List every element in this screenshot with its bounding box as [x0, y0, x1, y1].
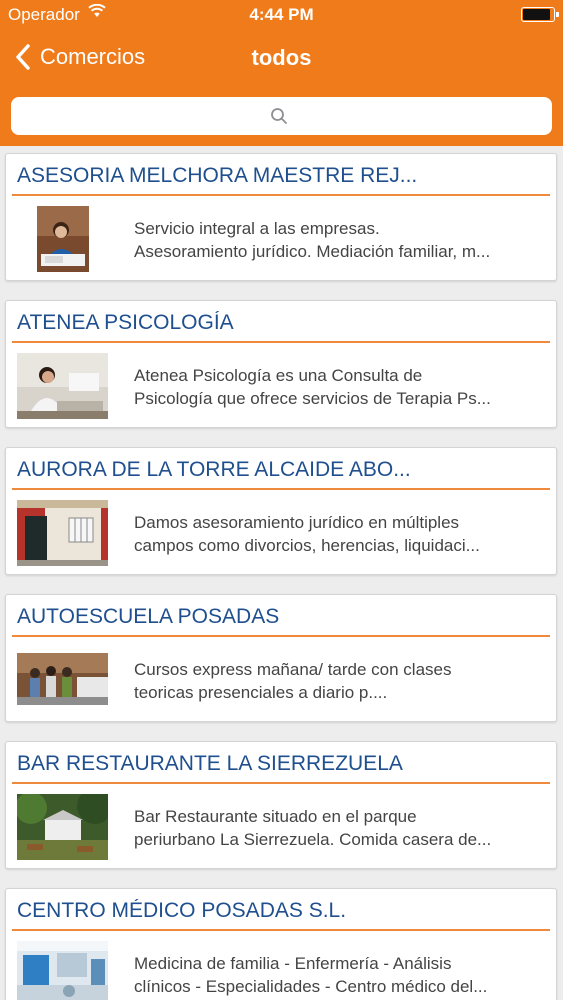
business-name: BAR RESTAURANTE LA SIERREZUELA: [17, 752, 403, 775]
status-bar: Operador 4:44 PM: [0, 0, 563, 30]
back-button[interactable]: Comercios: [14, 42, 145, 72]
business-thumbnail: [17, 653, 108, 705]
divider: [12, 194, 550, 196]
list-item[interactable]: ASESORIA MELCHORA MAESTRE REJ... Servici…: [5, 153, 557, 281]
business-description: Cursos express mañana/ tarde con clases …: [134, 660, 452, 702]
business-description: Servicio integral a las empresas. Asesor…: [134, 219, 491, 261]
battery-icon: [521, 7, 559, 22]
list-item[interactable]: BAR RESTAURANTE LA SIERREZUELA Bar Resta…: [5, 741, 557, 869]
business-thumbnail: [17, 941, 108, 1000]
business-thumbnail: [17, 500, 108, 566]
search-input[interactable]: [11, 97, 552, 135]
list-item[interactable]: AUTOESCUELA POSADAS Cursos express mañan…: [5, 594, 557, 722]
chevron-left-icon: [16, 44, 30, 70]
business-description: Medicina de familia - Enfermería - Análi…: [134, 954, 488, 996]
app-header: Operador 4:44 PM Comercios todos: [0, 0, 563, 146]
navigation-bar: Comercios todos: [0, 30, 563, 86]
business-name: AUTOESCUELA POSADAS: [17, 605, 280, 628]
divider: [12, 782, 550, 784]
divider: [12, 635, 550, 637]
business-thumbnail: [37, 206, 89, 272]
business-description: Atenea Psicología es una Consulta de Psi…: [134, 366, 491, 408]
status-time: 4:44 PM: [249, 5, 314, 24]
business-name: ASESORIA MELCHORA MAESTRE REJ...: [17, 164, 418, 187]
business-name: AURORA DE LA TORRE ALCAIDE ABO...: [17, 458, 411, 481]
list-item[interactable]: AURORA DE LA TORRE ALCAIDE ABO... Damos …: [5, 447, 557, 575]
divider: [12, 488, 550, 490]
business-description: Damos asesoramiento jurídico en múltiple…: [134, 513, 480, 555]
business-name: CENTRO MÉDICO POSADAS S.L.: [17, 899, 347, 922]
business-name: ATENEA PSICOLOGÍA: [17, 311, 234, 334]
search-icon: [271, 108, 287, 124]
list-item[interactable]: ATENEA PSICOLOGÍA Atenea Psicología es u…: [5, 300, 557, 428]
back-button-label: Comercios: [40, 44, 146, 69]
business-thumbnail: [17, 794, 108, 860]
divider: [12, 929, 550, 931]
business-description: Bar Restaurante situado en el parque per…: [134, 807, 492, 849]
business-thumbnail: [17, 353, 108, 419]
list-item[interactable]: CENTRO MÉDICO POSADAS S.L. Medicina de f…: [5, 888, 557, 1000]
divider: [12, 341, 550, 343]
